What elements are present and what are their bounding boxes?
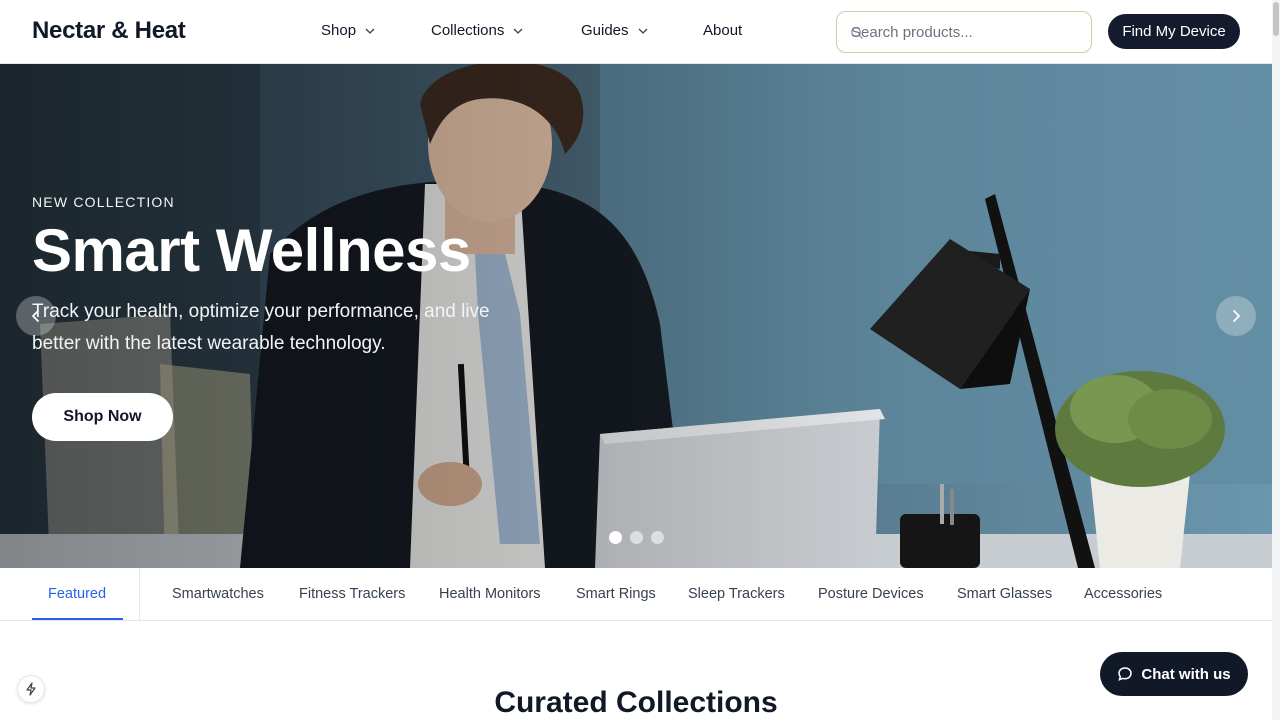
tab-smartwatches[interactable]: Smartwatches <box>172 586 264 602</box>
chevron-down-icon <box>513 28 523 34</box>
nav-guides-label: Guides <box>581 22 629 39</box>
hero-banner: NEW COLLECTION Smart Wellness Track your… <box>0 64 1272 568</box>
carousel-prev-button[interactable] <box>16 296 56 336</box>
chevron-right-icon <box>1232 309 1241 323</box>
active-tab-indicator <box>32 618 123 620</box>
nav-guides[interactable]: Guides <box>581 22 649 39</box>
scrollbar-thumb[interactable] <box>1273 2 1279 36</box>
tab-fitness-trackers[interactable]: Fitness Trackers <box>299 586 405 602</box>
hero-eyebrow: NEW COLLECTION <box>32 194 175 210</box>
chevron-down-icon <box>365 28 375 34</box>
site-logo[interactable]: Nectar & Heat <box>32 17 186 45</box>
search-box <box>836 11 1092 53</box>
chevron-down-icon <box>638 28 647 34</box>
tab-smart-rings[interactable]: Smart Rings <box>576 586 656 602</box>
shop-now-button[interactable]: Shop Now <box>32 393 173 441</box>
nav-shop-label: Shop <box>321 22 357 39</box>
page-scrollbar[interactable] <box>1272 0 1280 720</box>
tab-divider <box>139 568 140 620</box>
tab-health-monitors[interactable]: Health Monitors <box>439 586 541 602</box>
category-tabs: Featured Smartwatches Fitness Trackers H… <box>0 568 1272 621</box>
message-circle-icon <box>1118 667 1133 681</box>
nav-shop[interactable]: Shop <box>321 22 376 39</box>
tab-featured[interactable]: Featured <box>48 586 106 602</box>
carousel-dots <box>609 531 664 544</box>
chat-button[interactable]: Chat with us <box>1100 652 1248 696</box>
lightning-button[interactable] <box>17 675 45 703</box>
nav-about[interactable]: About <box>703 22 742 39</box>
tab-posture-devices[interactable]: Posture Devices <box>818 586 924 602</box>
lightning-icon <box>26 682 36 696</box>
carousel-dot-3[interactable] <box>651 531 664 544</box>
nav-collections[interactable]: Collections <box>431 22 524 39</box>
tab-sleep-trackers[interactable]: Sleep Trackers <box>688 586 785 602</box>
nav-about-label: About <box>703 22 743 39</box>
chat-button-label: Chat with us <box>1141 665 1231 683</box>
carousel-dot-1[interactable] <box>609 531 622 544</box>
find-my-device-button[interactable]: Find My Device <box>1108 14 1240 49</box>
search-input[interactable] <box>851 12 1087 52</box>
hero-subtitle: Track your health, optimize your perform… <box>32 301 490 354</box>
carousel-next-button[interactable] <box>1216 296 1256 336</box>
nav-collections-label: Collections <box>431 22 505 39</box>
site-header: Nectar & Heat Shop Collections Guides Ab… <box>0 0 1272 64</box>
tab-accessories[interactable]: Accessories <box>1084 586 1162 602</box>
chevron-left-icon <box>31 309 40 323</box>
hero-title: Smart Wellness <box>32 217 471 284</box>
tab-smart-glasses[interactable]: Smart Glasses <box>957 586 1052 602</box>
carousel-dot-2[interactable] <box>630 531 643 544</box>
section-title: Curated Collections <box>494 686 778 719</box>
